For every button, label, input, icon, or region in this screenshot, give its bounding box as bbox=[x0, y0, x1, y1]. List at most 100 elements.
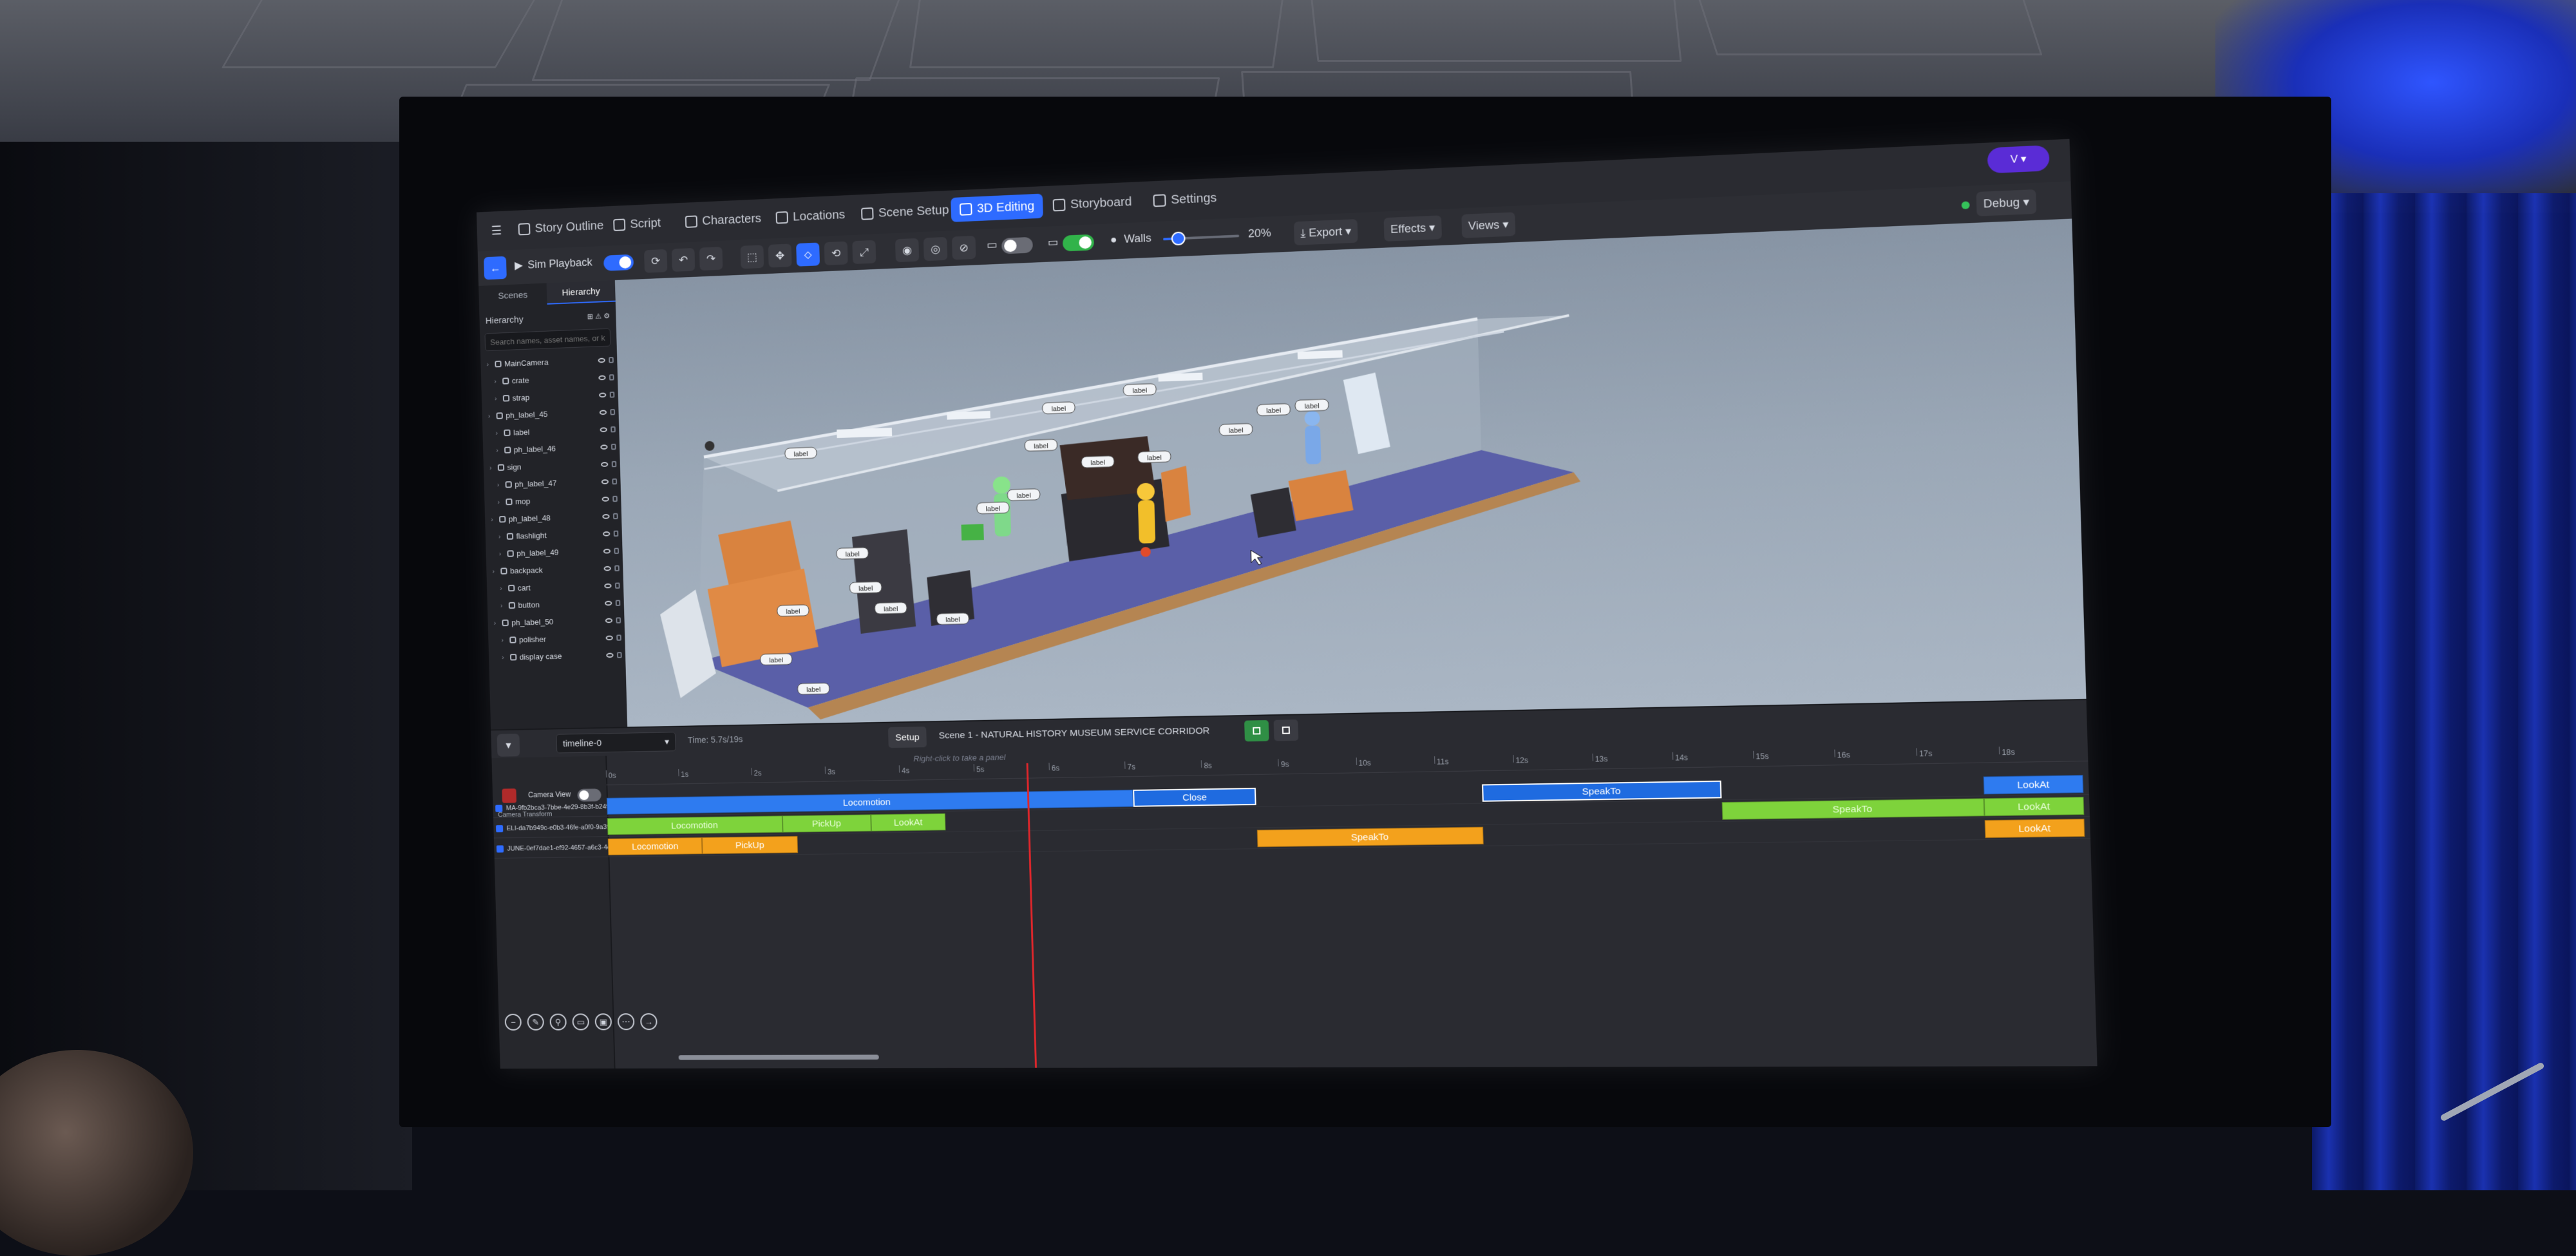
rotate-tool-icon[interactable]: ⟲ bbox=[824, 241, 848, 265]
tab-scene-setup[interactable]: Scene Setup bbox=[852, 198, 958, 227]
visibility-eye-icon[interactable] bbox=[598, 357, 605, 363]
lock-icon[interactable] bbox=[609, 356, 614, 363]
hierarchy-item[interactable]: › display case bbox=[492, 646, 622, 666]
walls-opacity-slider[interactable] bbox=[1163, 231, 1240, 246]
track-checkbox[interactable] bbox=[496, 845, 504, 853]
user-menu-button[interactable]: V ▾ bbox=[1987, 145, 2050, 174]
menu-icon[interactable]: ☰ bbox=[482, 218, 510, 243]
redo-arrow-icon[interactable]: ↷ bbox=[699, 247, 723, 271]
captions-icon[interactable]: ▭ bbox=[572, 1013, 590, 1031]
eye-icon[interactable]: ◎ bbox=[923, 236, 948, 262]
tab-story-outline[interactable]: Story Outline bbox=[510, 213, 612, 242]
3d-viewport[interactable]: label label label label label label label label… bbox=[614, 218, 2087, 727]
tab-scenes[interactable]: Scenes bbox=[478, 283, 547, 308]
views-button[interactable]: Views ▾ bbox=[1461, 212, 1516, 238]
chevron-right-icon[interactable]: › bbox=[491, 516, 498, 523]
lock-icon[interactable] bbox=[611, 461, 617, 467]
chevron-right-icon[interactable]: › bbox=[496, 446, 503, 454]
chevron-right-icon[interactable]: › bbox=[497, 499, 504, 506]
chevron-right-icon[interactable]: › bbox=[497, 481, 504, 488]
timeline-clip[interactable]: SpeakTo bbox=[1256, 826, 1484, 848]
lock-icon[interactable] bbox=[611, 443, 616, 450]
lock-icon[interactable] bbox=[616, 651, 622, 658]
timeline-clip[interactable]: LookAt bbox=[1984, 819, 2085, 839]
chevron-right-icon[interactable]: › bbox=[487, 361, 494, 368]
timeline-clip[interactable]: SpeakTo bbox=[1721, 798, 1985, 820]
chevron-right-icon[interactable]: › bbox=[494, 620, 501, 627]
track-checkbox[interactable] bbox=[495, 804, 503, 812]
visibility-eye-icon[interactable] bbox=[601, 479, 609, 484]
timeline-clip[interactable]: LookAt bbox=[870, 813, 946, 832]
visibility-eye-icon[interactable] bbox=[605, 635, 613, 640]
lock-icon[interactable] bbox=[614, 582, 620, 589]
display-toggle[interactable] bbox=[1001, 236, 1034, 254]
export-button[interactable]: ⤓ Export ▾ bbox=[1293, 219, 1358, 245]
timeline-clip[interactable]: Close bbox=[1133, 788, 1256, 807]
tab-script[interactable]: Script bbox=[605, 211, 670, 238]
visibility-eye-icon[interactable] bbox=[601, 461, 609, 467]
tab-3d-editing[interactable]: 3D Editing bbox=[951, 193, 1044, 222]
chevron-right-icon[interactable]: › bbox=[502, 654, 509, 661]
timeline-clip[interactable]: Locomotion bbox=[607, 815, 783, 835]
minus-circle-icon[interactable]: − bbox=[504, 1013, 522, 1031]
hierarchy-search-input[interactable] bbox=[484, 328, 611, 352]
visibility-eye-icon[interactable] bbox=[604, 583, 612, 588]
back-arrow-button[interactable]: ← bbox=[484, 256, 507, 280]
chevron-right-icon[interactable]: › bbox=[495, 395, 502, 402]
grid-toggle[interactable] bbox=[1062, 234, 1095, 252]
zoom-icon[interactable]: ⚲ bbox=[549, 1013, 567, 1031]
chevron-right-icon[interactable]: › bbox=[499, 550, 506, 557]
timeline-clip[interactable]: Locomotion bbox=[606, 790, 1134, 815]
visibility-eye-icon[interactable] bbox=[603, 531, 611, 537]
lock-icon[interactable] bbox=[609, 391, 615, 398]
lock-icon[interactable] bbox=[612, 513, 618, 519]
lock-icon[interactable] bbox=[615, 599, 621, 606]
chevron-right-icon[interactable]: › bbox=[500, 602, 507, 609]
lock-icon[interactable] bbox=[611, 426, 616, 432]
camera-icon[interactable]: ◉ bbox=[895, 238, 920, 263]
video-icon[interactable]: ▣ bbox=[594, 1013, 612, 1031]
track-label[interactable]: ELI-da7b949c-e0b3-46fe-a0f0-9a39... bbox=[495, 818, 616, 837]
more-icon[interactable]: ⋯ bbox=[617, 1013, 635, 1031]
timeline-clip[interactable]: PickUp bbox=[782, 814, 871, 833]
walls-slider-thumb[interactable] bbox=[1171, 231, 1186, 246]
undo-icon[interactable]: ↶ bbox=[671, 247, 696, 272]
lock-icon[interactable] bbox=[612, 495, 618, 502]
timeline-clip[interactable]: SpeakTo bbox=[1482, 780, 1722, 802]
track-label[interactable]: MA-9fb2bca3-7bbe-4e29-8b3f-b249... bbox=[495, 798, 616, 818]
select-tool-icon[interactable]: ⬚ bbox=[740, 245, 764, 269]
chevron-right-icon[interactable]: › bbox=[495, 430, 502, 437]
effects-button[interactable]: Effects ▾ bbox=[1383, 215, 1442, 242]
timeline-clip[interactable]: LookAt bbox=[1983, 775, 2084, 795]
visibility-eye-icon[interactable] bbox=[605, 618, 613, 623]
transform-tool-icon[interactable]: ⬦ bbox=[796, 242, 820, 267]
timeline-clip[interactable]: LookAt bbox=[1984, 797, 2085, 817]
chevron-right-icon[interactable]: › bbox=[500, 585, 507, 592]
grid-layout-button[interactable] bbox=[1244, 719, 1269, 742]
lock-icon[interactable] bbox=[610, 408, 616, 415]
chevron-right-icon[interactable]: › bbox=[492, 567, 499, 575]
arrow-right-icon[interactable]: → bbox=[639, 1013, 658, 1031]
lock-icon[interactable] bbox=[612, 478, 618, 484]
chevron-right-icon[interactable]: › bbox=[494, 377, 501, 385]
sim-playback-toggle[interactable] bbox=[603, 254, 634, 271]
move-tool-icon[interactable]: ✥ bbox=[768, 243, 792, 268]
visibility-eye-icon[interactable] bbox=[603, 548, 611, 554]
lock-icon[interactable] bbox=[613, 530, 619, 537]
timeline-clip[interactable]: PickUp bbox=[702, 835, 798, 855]
tab-characters[interactable]: Characters bbox=[676, 206, 770, 234]
visibility-eye-icon[interactable] bbox=[599, 392, 607, 397]
tab-locations[interactable]: Locations bbox=[767, 202, 854, 231]
visibility-eye-icon[interactable] bbox=[603, 566, 611, 571]
visibility-eye-icon[interactable] bbox=[598, 375, 606, 380]
visibility-eye-icon[interactable] bbox=[601, 496, 609, 502]
track-checkbox[interactable] bbox=[495, 824, 504, 833]
setup-button[interactable]: Setup bbox=[887, 727, 927, 748]
collapse-chevron-icon[interactable]: ▾ bbox=[497, 734, 520, 757]
lock-icon[interactable] bbox=[614, 547, 620, 554]
redo-icon[interactable]: ⟳ bbox=[644, 249, 668, 273]
chevron-right-icon[interactable]: › bbox=[501, 636, 508, 643]
visibility-eye-icon[interactable] bbox=[605, 600, 612, 605]
track-label[interactable]: JUNE-0ef7dae1-ef92-4657-a6c3-4e73... bbox=[496, 839, 624, 858]
scale-tool-icon[interactable]: ⤢ bbox=[852, 240, 876, 265]
